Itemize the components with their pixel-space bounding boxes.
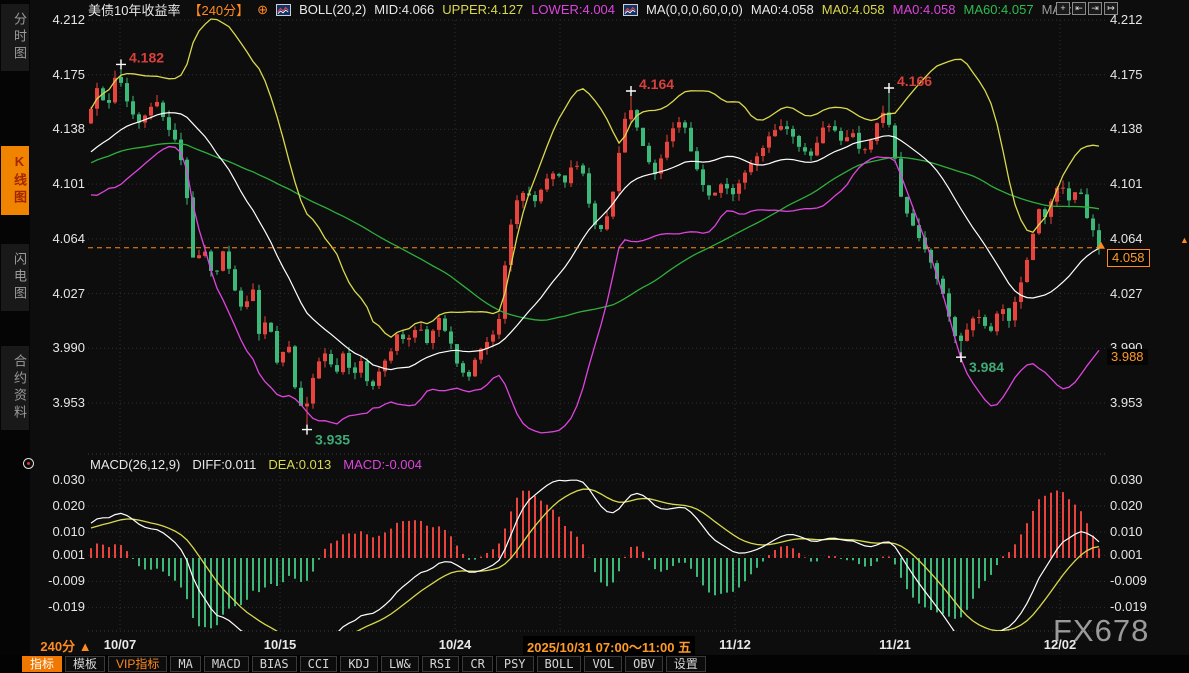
toolbar-lw[interactable]: LW& xyxy=(381,656,419,672)
chevron-up-icon: ▲ xyxy=(79,639,92,654)
toolbar-vol[interactable]: VOL xyxy=(584,656,622,672)
toolbar-bias[interactable]: BIAS xyxy=(252,656,297,672)
svg-text:3.984: 3.984 xyxy=(969,359,1004,375)
axis-label: -0.019 xyxy=(32,599,85,614)
axis-label: 4.212 xyxy=(32,12,85,27)
trading-app-window: 4.182 4.164 4.166 3.935 3.984 分时图 K线图 闪电图 合约… xyxy=(0,0,1189,673)
x-axis-label: 10/24 xyxy=(439,637,472,652)
sidebar-tab-time-chart[interactable]: 分时图 xyxy=(1,4,29,71)
x-axis-label: 11/12 xyxy=(719,637,751,652)
last-price-badge: 4.058 xyxy=(1107,249,1150,267)
axis-label: 0.030 xyxy=(1110,472,1143,487)
toolbar-rsi[interactable]: RSI xyxy=(422,656,460,672)
ma-value-3: MA0:4.058 xyxy=(893,2,956,17)
selected-bar-date: 2025/10/31 07:00～11:00 五 xyxy=(523,636,695,657)
axis-label: 4.064 xyxy=(1110,231,1143,246)
boll-label: BOLL(20,2) xyxy=(299,2,366,17)
target-icon[interactable] xyxy=(23,458,34,469)
sidebar-tab-kline-chart[interactable]: K线图 xyxy=(1,146,29,215)
macd-value: MACD:-0.004 xyxy=(343,457,422,472)
ma-label: MA(0,0,0,60,0,0) xyxy=(646,2,743,17)
ma-value-2: MA0:4.058 xyxy=(822,2,885,17)
boll-indicator-icon[interactable] xyxy=(276,4,291,16)
chart-canvas[interactable]: 4.182 4.164 4.166 3.935 3.984 xyxy=(0,0,1189,673)
boll-mid: MID:4.066 xyxy=(374,2,434,17)
window-tools: + ⇤ ⇥ ↦ xyxy=(1056,2,1118,15)
boll-upper: UPPER:4.127 xyxy=(442,2,523,17)
axis-label: 0.020 xyxy=(32,498,85,513)
scroll-marker-icon[interactable]: ▲ xyxy=(1180,235,1189,245)
ma-value-4: MA60:4.057 xyxy=(963,2,1033,17)
axis-label: -0.009 xyxy=(32,573,85,588)
ma-indicator-icon[interactable] xyxy=(623,4,638,16)
axis-label: -0.019 xyxy=(1110,599,1147,614)
axis-label: 0.001 xyxy=(32,547,85,562)
axis-label: 4.138 xyxy=(32,121,85,136)
axis-label: 4.027 xyxy=(32,286,85,301)
axis-label: 4.138 xyxy=(1110,121,1143,136)
macd-dea: DEA:0.013 xyxy=(268,457,331,472)
toolbar-boll[interactable]: BOLL xyxy=(537,656,582,672)
toolbar-cci[interactable]: CCI xyxy=(300,656,338,672)
x-axis-label: 11/21 xyxy=(879,637,911,652)
x-axis-label: 10/07 xyxy=(104,637,137,652)
axis-label: 3.953 xyxy=(32,395,85,410)
sidebar-tab-flash-chart[interactable]: 闪电图 xyxy=(1,244,29,311)
band-low-marker: 3.988 xyxy=(1107,349,1148,365)
svg-text:4.164: 4.164 xyxy=(639,76,674,92)
axis-label: 3.953 xyxy=(1110,395,1143,410)
period-label[interactable]: 【240分】 xyxy=(188,0,249,19)
axis-label: 0.020 xyxy=(1110,498,1143,513)
shift-right-icon[interactable]: ↦ xyxy=(1104,2,1118,15)
axis-label: 0.001 xyxy=(1110,547,1143,562)
svg-text:4.166: 4.166 xyxy=(897,73,932,89)
ma-value-1: MA0:4.058 xyxy=(751,2,814,17)
boll-lower: LOWER:4.004 xyxy=(531,2,615,17)
axis-label: -0.009 xyxy=(1110,573,1147,588)
axis-label: 4.064 xyxy=(32,231,85,246)
axis-label: 4.175 xyxy=(32,67,85,82)
toolbar-macd[interactable]: MACD xyxy=(204,656,249,672)
page-title: 美债10年收益率 xyxy=(88,0,180,19)
toolbar-template[interactable]: 模板 xyxy=(65,656,105,672)
sidebar-tab-contract-info[interactable]: 合约资料 xyxy=(1,346,29,430)
toolbar-psy[interactable]: PSY xyxy=(496,656,534,672)
toolbar-indicator[interactable]: 指标 xyxy=(22,656,62,672)
toolbar-cr[interactable]: CR xyxy=(462,656,492,672)
toolbar-kdj[interactable]: KDJ xyxy=(340,656,378,672)
axis-label: 4.027 xyxy=(1110,286,1143,301)
axis-label: 3.990 xyxy=(32,340,85,355)
scale-left-icon[interactable]: ⇤ xyxy=(1072,2,1086,15)
svg-text:3.935: 3.935 xyxy=(315,432,350,448)
axis-label: 0.010 xyxy=(1110,524,1143,539)
axis-label: 4.101 xyxy=(1110,176,1143,191)
axis-label: 4.101 xyxy=(32,176,85,191)
add-indicator-icon[interactable]: ⊕ xyxy=(257,2,268,18)
left-sidebar: 分时图 K线图 闪电图 合约资料 xyxy=(0,0,30,655)
pan-icon[interactable]: + xyxy=(1056,2,1070,15)
x-axis-label: 12/02 xyxy=(1044,637,1077,652)
axis-label: 4.175 xyxy=(1110,67,1143,82)
x-axis-label: 10/15 xyxy=(264,637,297,652)
toolbar-ma[interactable]: MA xyxy=(170,656,200,672)
indicator-toolbar: 指标 模板 VIP指标 MA MACD BIAS CCI KDJ LW& RSI… xyxy=(0,655,1189,673)
toolbar-obv[interactable]: OBV xyxy=(625,656,663,672)
axis-label: 0.030 xyxy=(32,472,85,487)
axis-label: 0.010 xyxy=(32,524,85,539)
scale-right-icon[interactable]: ⇥ xyxy=(1088,2,1102,15)
macd-params: MACD(26,12,9) xyxy=(90,457,180,472)
toolbar-settings[interactable]: 设置 xyxy=(666,656,706,672)
toolbar-vip-indicator[interactable]: VIP指标 xyxy=(108,656,167,672)
macd-diff: DIFF:0.011 xyxy=(192,457,256,472)
svg-text:4.182: 4.182 xyxy=(129,49,164,65)
macd-header: MACD(26,12,9) DIFF:0.011 DEA:0.013 MACD:… xyxy=(90,457,422,472)
chart-header: 美债10年收益率 【240分】 ⊕ BOLL(20,2) MID:4.066 U… xyxy=(88,1,1072,18)
